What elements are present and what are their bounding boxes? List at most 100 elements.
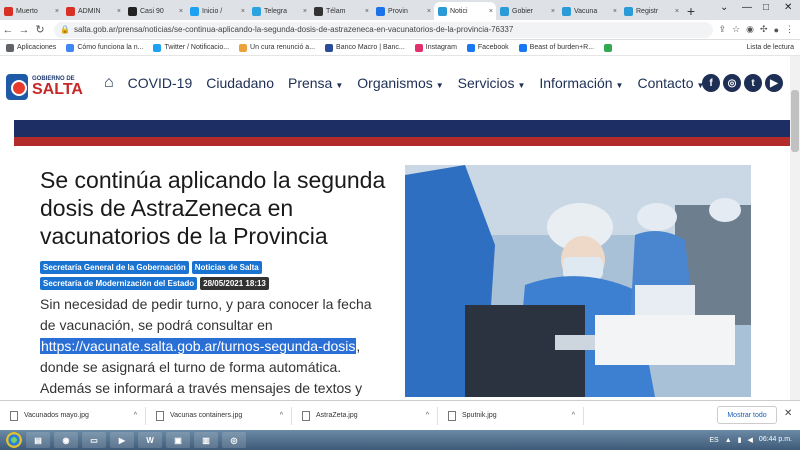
menu-item[interactable]: Contacto ▼	[637, 75, 704, 91]
twitter-icon[interactable]: t	[744, 74, 762, 92]
extension-icon[interactable]: ◉	[746, 24, 754, 35]
tab-close-icon[interactable]: ×	[551, 8, 555, 15]
close-downloads-icon[interactable]: ✕	[784, 408, 792, 419]
bookmark-item[interactable]: Twitter / Notificacio...	[153, 43, 229, 52]
taskbar-word-icon[interactable]: W	[138, 432, 162, 448]
taskbar-browser-icon[interactable]: ◎	[222, 432, 246, 448]
tab-close-icon[interactable]: ×	[675, 8, 679, 15]
tray-arrow-icon[interactable]: ▲	[725, 437, 732, 444]
browser-tab[interactable]: Gobier ×	[496, 2, 558, 20]
bookmark-item[interactable]: Cómo funciona la n...	[66, 43, 143, 52]
taskbar-explorer-icon[interactable]: ▤	[26, 432, 50, 448]
back-button[interactable]: ←	[0, 24, 16, 36]
bookmark-item[interactable]: Instagram	[414, 43, 457, 52]
menu-item[interactable]: Servicios ▼	[458, 75, 526, 91]
tab-label: Télam	[326, 7, 346, 15]
browser-tab[interactable]: Registr ×	[620, 2, 682, 20]
share-icon[interactable]: ⇪	[719, 24, 727, 35]
tab-label: Telegra	[264, 7, 287, 15]
taskbar-app-icon[interactable]: ▥	[194, 432, 218, 448]
browser-tab[interactable]: Muerto ×	[0, 2, 62, 20]
tab-close-icon[interactable]: ×	[613, 8, 617, 15]
tab-close-icon[interactable]: ×	[117, 8, 121, 15]
tab-label: Muerto	[16, 7, 38, 15]
close-window-button[interactable]: ✕	[784, 2, 792, 13]
chevron-up-icon[interactable]: ^	[280, 412, 283, 419]
chevron-up-icon[interactable]: ^	[572, 412, 575, 419]
new-tab-button[interactable]: +	[682, 2, 700, 20]
bookmark-item[interactable]: Un cura renunció a...	[239, 43, 315, 52]
url-input[interactable]: 🔒 salta.gob.ar/prensa/noticias/se-contin…	[54, 21, 713, 38]
bookmark-item[interactable]: Aplicaciones	[6, 43, 56, 52]
menu-item[interactable]: Organismos ▼	[357, 75, 443, 91]
reload-button[interactable]: ↻	[32, 23, 48, 36]
gobierno-salta-logo[interactable]: GOBIERNO DE SALTA	[6, 67, 96, 107]
tab-favicon-icon	[252, 6, 261, 16]
tab-close-icon[interactable]: ×	[365, 8, 369, 15]
menu-item-label: Organismos	[357, 75, 433, 91]
turnos-link[interactable]: https://vacunate.salta.gob.ar/turnos-seg…	[40, 338, 357, 354]
volume-icon[interactable]: ◀	[748, 436, 753, 444]
tab-close-icon[interactable]: ×	[303, 8, 307, 15]
browser-tab[interactable]: Notici ×	[434, 2, 496, 20]
tag-noticias-salta[interactable]: Noticias de Salta	[191, 261, 262, 274]
menu-item[interactable]: COVID-19	[128, 75, 193, 91]
download-item[interactable]: Vacunados mayo.jpg ^	[0, 406, 146, 425]
show-all-downloads-button[interactable]: Mostrar todo	[717, 406, 777, 424]
browser-tab[interactable]: Provin ×	[372, 2, 434, 20]
profile-avatar[interactable]: ●	[774, 25, 779, 35]
browser-tab[interactable]: Inicio / ×	[186, 2, 248, 20]
menu-item[interactable]: Prensa ▼	[288, 75, 343, 91]
forward-button[interactable]: →	[16, 24, 32, 36]
maximize-button[interactable]: □	[763, 2, 769, 13]
clock[interactable]: 06:44 p.m.	[759, 436, 792, 444]
caret-down-icon: ▼	[517, 81, 526, 90]
tab-close-icon[interactable]: ×	[55, 8, 59, 15]
taskbar-folder-icon[interactable]: ▭	[82, 432, 106, 448]
browser-menu-icon[interactable]: ⋮	[785, 24, 794, 35]
site-header: GOBIERNO DE SALTA ⌂ COVID-19 Ciudadano Pre…	[0, 56, 790, 118]
taskbar-terminal-icon[interactable]: ▣	[166, 432, 190, 448]
tab-close-icon[interactable]: ×	[489, 8, 493, 15]
browser-tab[interactable]: Vacuna ×	[558, 2, 620, 20]
bookmarks-bar: Aplicaciones Cómo funciona la n... Twitter…	[0, 40, 800, 56]
bookmark-label: Instagram	[425, 44, 457, 51]
chevron-up-icon[interactable]: ^	[426, 412, 429, 419]
language-indicator[interactable]: ES	[709, 437, 718, 444]
home-icon[interactable]: ⌂	[104, 74, 114, 92]
download-item[interactable]: Sputnik.jpg ^	[438, 406, 584, 425]
bookmark-item[interactable]: Facebook	[466, 43, 509, 52]
browser-tab[interactable]: ADMIN ×	[62, 2, 124, 20]
tag-secretaria-general[interactable]: Secretaría General de la Gobernación	[40, 261, 189, 274]
bookmark-star-icon[interactable]: ☆	[732, 24, 740, 35]
browser-tab[interactable]: Casi 90 ×	[124, 2, 186, 20]
bookmark-item[interactable]	[604, 43, 615, 52]
menu-item[interactable]: Información ▼	[539, 75, 623, 91]
download-item[interactable]: Vacunas containers.jpg ^	[146, 406, 292, 425]
network-icon[interactable]: ▮	[738, 436, 742, 444]
puzzle-icon[interactable]: ✣	[760, 24, 768, 35]
bookmark-item[interactable]: Beast of burden+R...	[518, 43, 594, 52]
tab-close-icon[interactable]: ×	[427, 8, 431, 15]
tab-label: Vacuna	[574, 7, 598, 15]
taskbar-chrome-icon[interactable]: ◉	[54, 432, 78, 448]
tab-label: Inicio /	[202, 7, 223, 15]
minimize-button[interactable]: —	[742, 2, 752, 13]
download-item[interactable]: AstraZeta.jpg ^	[292, 406, 438, 425]
menu-item[interactable]: Ciudadano	[206, 75, 274, 91]
start-button[interactable]	[6, 432, 22, 448]
youtube-icon[interactable]: ▶	[765, 74, 783, 92]
tag-secretaria-modernizacion[interactable]: Secretaría de Modernización del Estado	[40, 277, 198, 290]
browser-tab[interactable]: Telegra ×	[248, 2, 310, 20]
tab-close-icon[interactable]: ×	[241, 8, 245, 15]
chevron-up-icon[interactable]: ^	[134, 412, 137, 419]
tab-close-icon[interactable]: ×	[179, 8, 183, 15]
facebook-icon[interactable]: f	[702, 74, 720, 92]
reading-list[interactable]: Lista de lectura	[747, 44, 794, 51]
bookmark-item[interactable]: Banco Macro | Banc...	[325, 43, 405, 52]
tab-search-icon[interactable]: ⌄	[720, 2, 728, 13]
instagram-icon[interactable]: ◎	[723, 74, 741, 92]
taskbar-media-icon[interactable]: ▶	[110, 432, 134, 448]
scrollbar-thumb[interactable]	[791, 90, 799, 152]
browser-tab[interactable]: Télam ×	[310, 2, 372, 20]
